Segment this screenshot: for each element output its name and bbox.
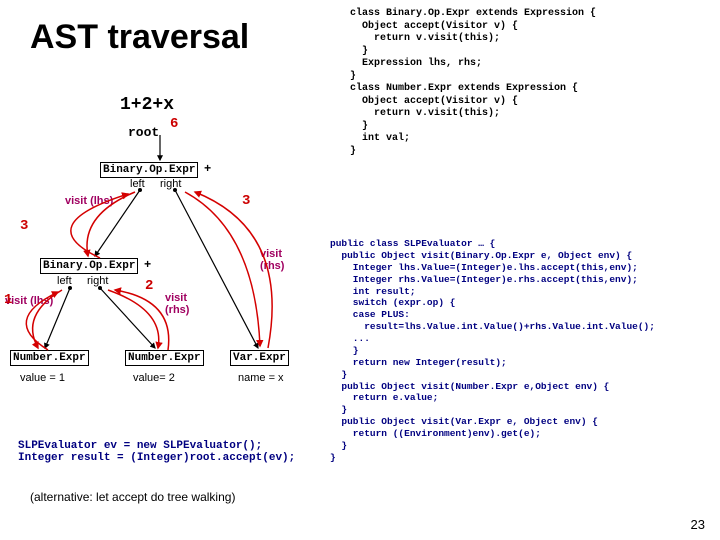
slide-title: AST traversal (30, 18, 249, 57)
sub-right-1: right (160, 178, 181, 190)
leaf-val-2: value= 2 (133, 372, 175, 384)
visit-lhs-1: visit (lhs) (65, 195, 113, 207)
node-binop-1: Binary.Op.Expr (100, 162, 198, 178)
sub-left-2: left (57, 275, 72, 287)
leaf-name-x: name = x (238, 372, 284, 384)
sub-right-2: right (87, 275, 108, 287)
code-evaluator: public class SLPEvaluator … { public Obj… (330, 238, 720, 464)
node-num-2: Number.Expr (125, 350, 204, 366)
page-number: 23 (691, 517, 705, 532)
leaf-val-1: value = 1 (20, 372, 65, 384)
alt-text: (alternative: let accept do tree walking… (30, 490, 235, 504)
val-3b: 3 (20, 218, 28, 234)
root-value: 6 (170, 116, 178, 132)
root-label: root (128, 125, 159, 140)
visit-rhs-1: visit (rhs) (260, 248, 284, 272)
code-classes: class Binary.Op.Expr extends Expression … (350, 8, 715, 158)
node-num-1: Number.Expr (10, 350, 89, 366)
visit-rhs-2: visit (rhs) (165, 292, 189, 316)
expression: 1+2+x (120, 95, 174, 115)
val-3a: 3 (242, 193, 250, 209)
op-plus-2: + (144, 258, 151, 272)
val-2: 2 (145, 278, 153, 294)
node-var: Var.Expr (230, 350, 289, 366)
val-1: 1 (4, 292, 12, 308)
node-binop-2: Binary.Op.Expr (40, 258, 138, 274)
op-plus-1: + (204, 162, 211, 176)
code-bottom: SLPEvaluator ev = new SLPEvaluator(); In… (18, 440, 295, 464)
sub-left-1: left (130, 178, 145, 190)
